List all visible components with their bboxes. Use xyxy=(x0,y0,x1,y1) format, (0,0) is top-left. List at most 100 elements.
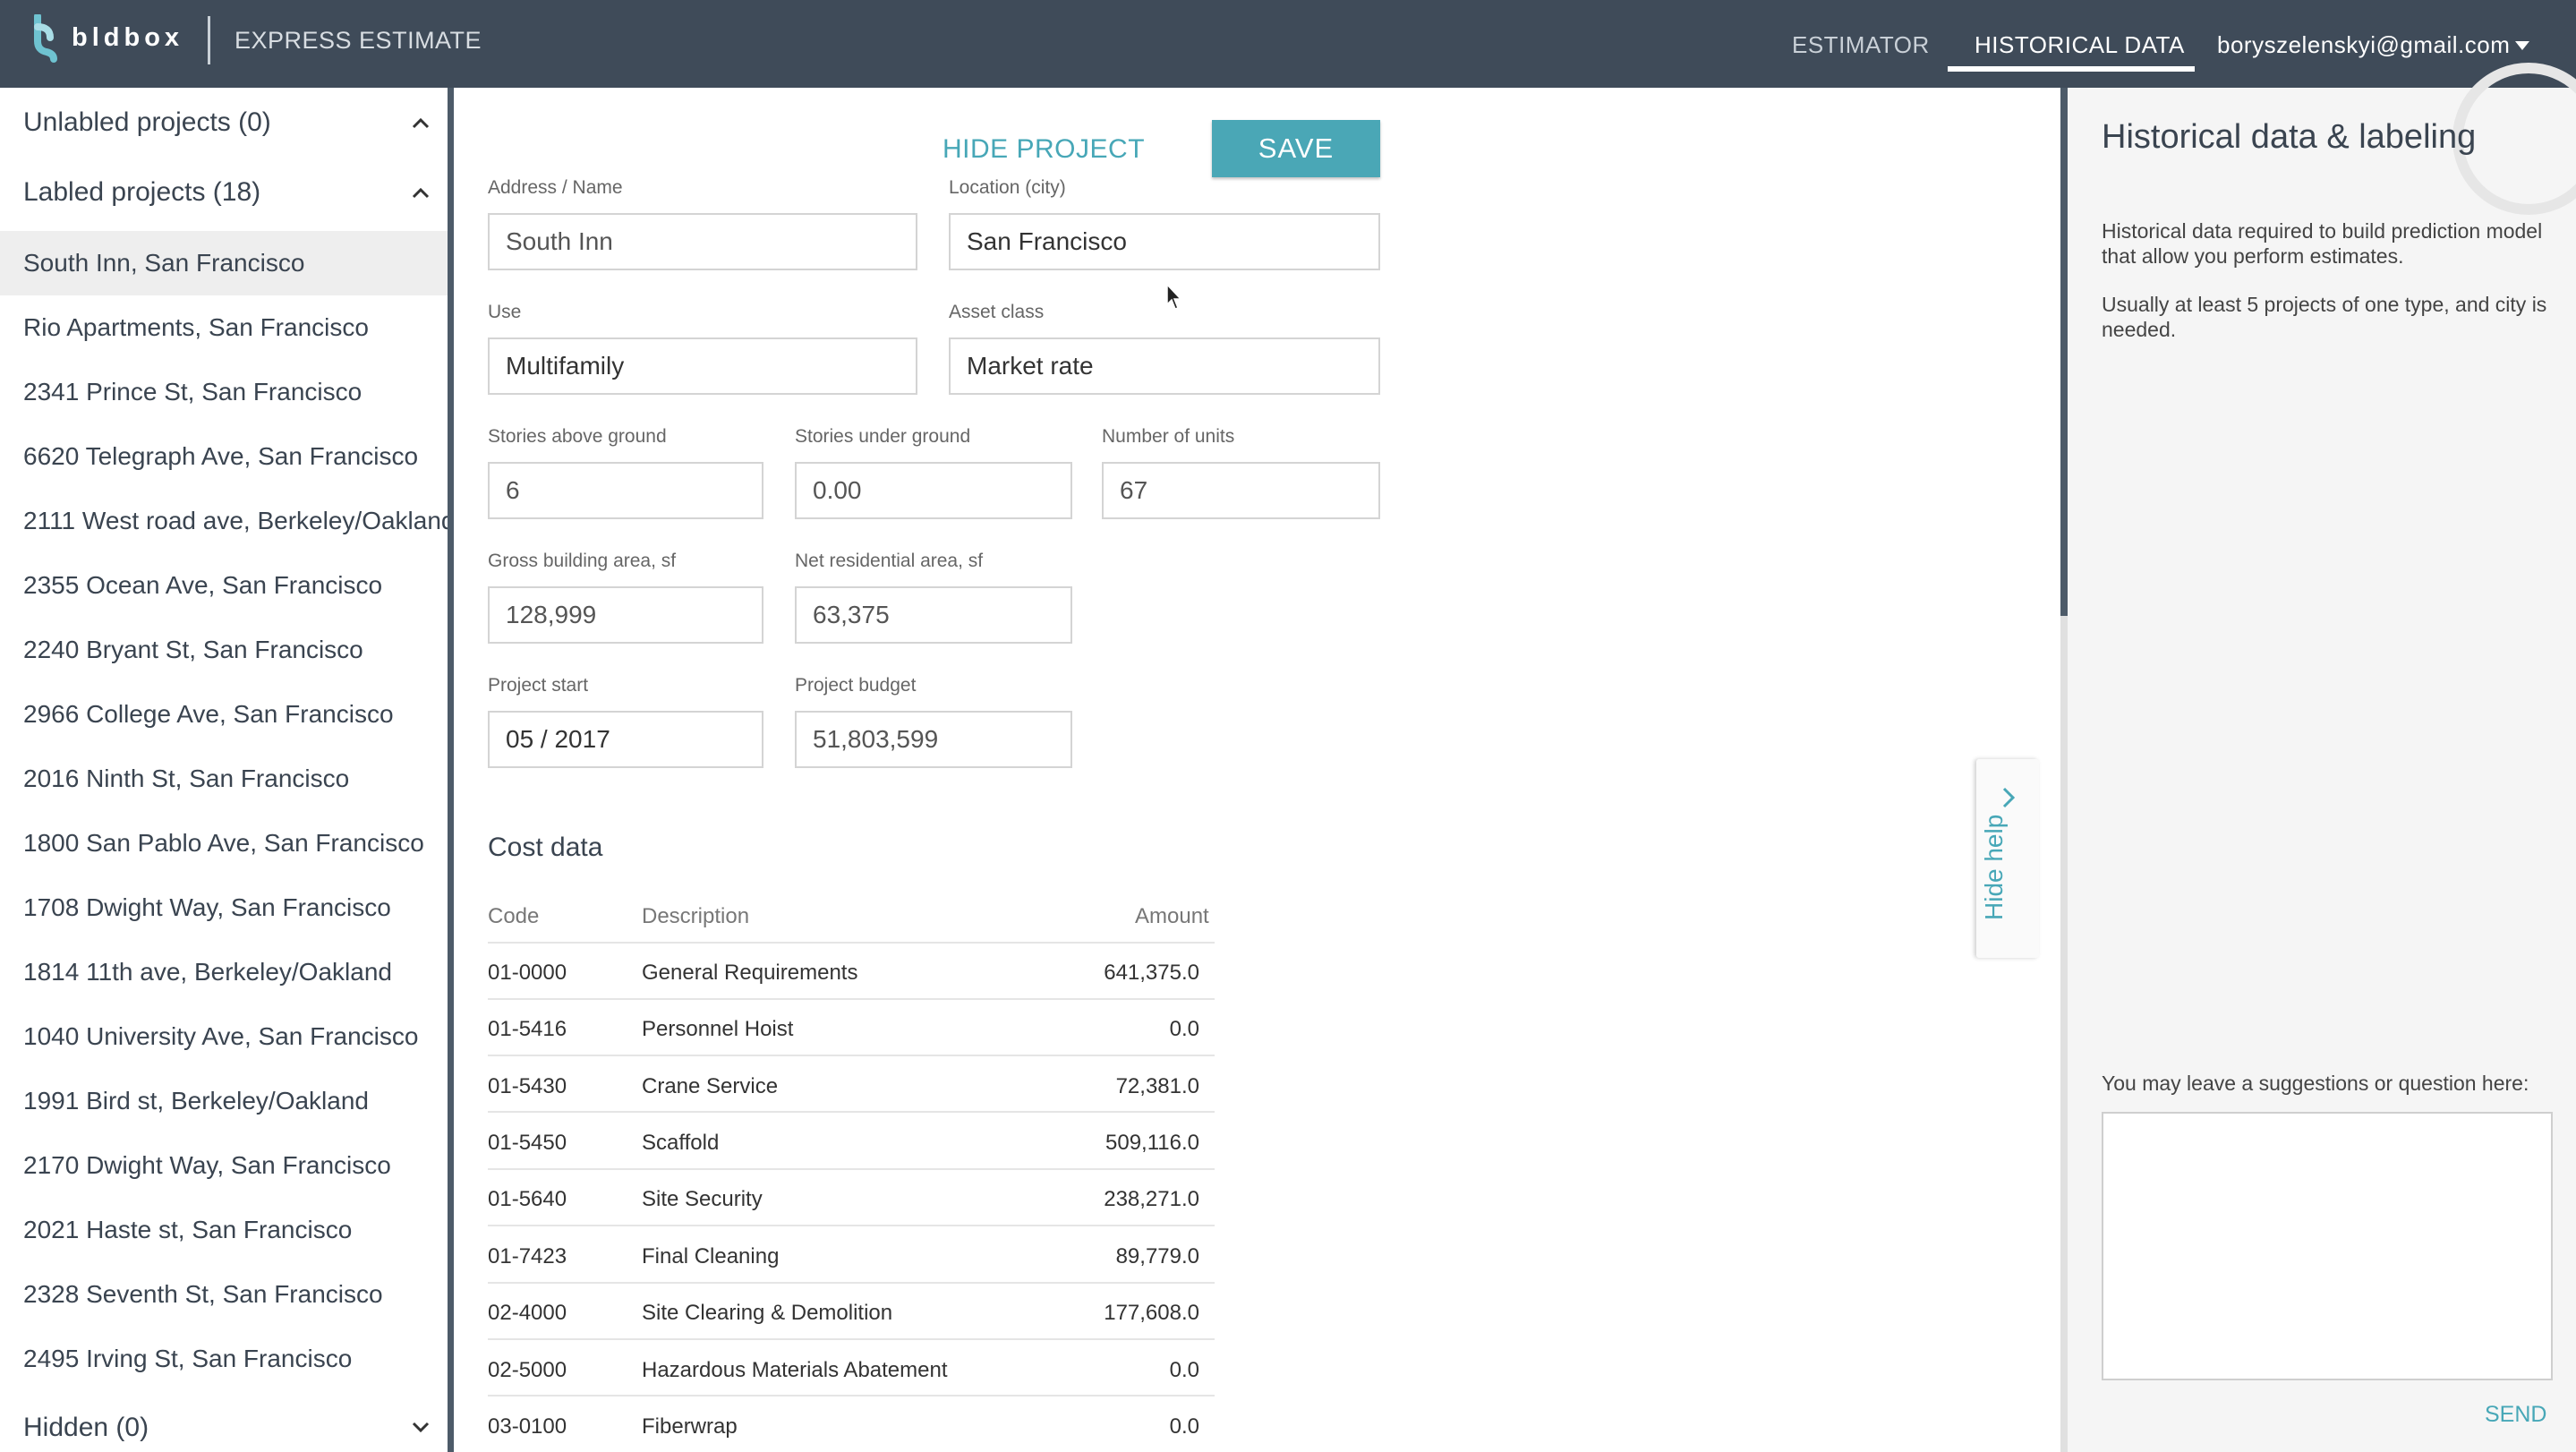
chevron-down-icon[interactable] xyxy=(412,1418,430,1436)
unlabeled-projects-header[interactable]: Unlabled projects (0) xyxy=(23,107,271,138)
project-item[interactable]: 2328 Seventh St, San Francisco xyxy=(0,1262,448,1327)
sidebar-scrollbar[interactable] xyxy=(448,88,454,1452)
top-bar: bldbox EXPRESS ESTIMATE ESTIMATOR HISTOR… xyxy=(0,0,2576,88)
gross-area-field[interactable]: 128,999 xyxy=(488,586,763,644)
cell-amount: 89,779.0 xyxy=(1115,1244,1199,1268)
project-item[interactable]: 2240 Bryant St, San Francisco xyxy=(0,618,448,682)
main-scrollbar-thumb[interactable] xyxy=(2060,88,2068,616)
stories-above-label: Stories above ground xyxy=(488,426,667,447)
use-field[interactable]: Multifamily xyxy=(488,337,917,395)
active-tab-indicator xyxy=(1948,66,2195,72)
cell-description: Fiberwrap xyxy=(642,1414,738,1439)
units-field[interactable]: 67 xyxy=(1102,462,1380,519)
table-divider xyxy=(488,1111,1215,1113)
send-button[interactable]: SEND xyxy=(2485,1402,2546,1428)
cell-code: 01-7423 xyxy=(488,1244,567,1268)
project-item[interactable]: South Inn, San Francisco xyxy=(0,231,448,295)
labeled-projects-header[interactable]: Labled projects (18) xyxy=(23,177,260,208)
project-item[interactable]: 1708 Dwight Way, San Francisco xyxy=(0,875,448,940)
cell-code: 01-5416 xyxy=(488,1017,567,1041)
project-budget-field[interactable]: 51,803,599 xyxy=(795,711,1072,768)
cell-description: Final Cleaning xyxy=(642,1244,780,1268)
table-divider xyxy=(488,1168,1215,1170)
table-divider xyxy=(488,942,1215,944)
project-item[interactable]: 6620 Telegraph Ave, San Francisco xyxy=(0,424,448,489)
table-divider xyxy=(488,1225,1215,1226)
hide-project-button[interactable]: HIDE PROJECT xyxy=(943,134,1145,165)
cell-amount: 0.0 xyxy=(1169,1017,1199,1041)
table-divider xyxy=(488,998,1215,1000)
table-divider xyxy=(488,1395,1215,1396)
cell-description: Site Clearing & Demolition xyxy=(642,1301,893,1325)
project-item[interactable]: 2341 Prince St, San Francisco xyxy=(0,360,448,424)
cell-amount: 72,381.0 xyxy=(1115,1074,1199,1098)
project-item[interactable]: Rio Apartments, San Francisco xyxy=(0,295,448,360)
cell-amount: 0.0 xyxy=(1169,1358,1199,1382)
project-start-label: Project start xyxy=(488,675,589,696)
project-item[interactable]: 2355 Ocean Ave, San Francisco xyxy=(0,553,448,618)
cell-code: 01-5430 xyxy=(488,1074,567,1098)
project-item[interactable]: 2966 College Ave, San Francisco xyxy=(0,682,448,747)
cell-description: General Requirements xyxy=(642,961,858,985)
cell-description: Personnel Hoist xyxy=(642,1017,794,1041)
cell-amount: 177,608.0 xyxy=(1104,1301,1199,1325)
table-divider xyxy=(488,1282,1215,1284)
table-divider xyxy=(488,1055,1215,1056)
location-label: Location (city) xyxy=(949,177,1066,198)
nav-tab-historical-data[interactable]: HISTORICAL DATA xyxy=(1975,31,2185,59)
cell-code: 03-0100 xyxy=(488,1414,567,1439)
cell-amount: 509,116.0 xyxy=(1105,1131,1199,1155)
project-item[interactable]: 2111 West road ave, Berkeley/Oakland xyxy=(0,489,448,553)
asset-class-label: Asset class xyxy=(949,302,1045,322)
asset-class-field[interactable]: Market rate xyxy=(949,337,1380,395)
chevron-down-icon[interactable] xyxy=(2515,41,2529,50)
hide-help-label[interactable]: Hide help xyxy=(1980,815,2009,920)
chevron-up-icon[interactable] xyxy=(412,115,430,132)
project-item[interactable]: 1814 11th ave, Berkeley/Oakland xyxy=(0,940,448,1004)
cell-code: 01-5450 xyxy=(488,1131,567,1155)
mouse-cursor-icon xyxy=(1166,283,1182,310)
cost-data-title: Cost data xyxy=(488,833,603,862)
gross-area-label: Gross building area, sf xyxy=(488,551,677,571)
user-menu[interactable]: boryszelenskyi@gmail.com xyxy=(2217,31,2510,59)
project-start-field[interactable]: 05 / 2017 xyxy=(488,711,763,768)
app-name: EXPRESS ESTIMATE xyxy=(235,27,482,54)
logo-text: bldbox xyxy=(72,23,184,52)
hidden-projects-header[interactable]: Hidden (0) xyxy=(23,1413,149,1443)
project-item[interactable]: 2495 Irving St, San Francisco xyxy=(0,1327,448,1391)
nav-tab-estimator[interactable]: ESTIMATOR xyxy=(1792,31,1930,59)
project-item[interactable]: 2170 Dwight Way, San Francisco xyxy=(0,1133,448,1198)
column-header-amount: Amount xyxy=(1135,904,1209,928)
suggestion-textarea[interactable] xyxy=(2102,1112,2553,1380)
project-item[interactable]: 1800 San Pablo Ave, San Francisco xyxy=(0,811,448,875)
column-header-code: Code xyxy=(488,904,540,928)
project-item[interactable]: 2021 Haste st, San Francisco xyxy=(0,1198,448,1262)
bldbox-logo-icon xyxy=(34,14,57,63)
table-divider xyxy=(488,1338,1215,1340)
cell-code: 02-4000 xyxy=(488,1301,567,1325)
cell-amount: 0.0 xyxy=(1169,1414,1199,1439)
project-budget-label: Project budget xyxy=(795,675,917,696)
logo-divider xyxy=(208,16,210,64)
chevron-right-icon[interactable] xyxy=(2001,786,2016,809)
project-item[interactable]: 1991 Bird st, Berkeley/Oakland xyxy=(0,1069,448,1133)
location-field[interactable]: San Francisco xyxy=(949,213,1380,270)
use-label: Use xyxy=(488,302,522,322)
units-label: Number of units xyxy=(1102,426,1235,447)
save-button[interactable]: SAVE xyxy=(1212,120,1380,177)
stories-above-field[interactable]: 6 xyxy=(488,462,763,519)
main-scroll-track[interactable] xyxy=(2060,616,2068,1452)
cell-description: Site Security xyxy=(642,1187,763,1211)
project-item[interactable]: 2016 Ninth St, San Francisco xyxy=(0,747,448,811)
stories-under-label: Stories under ground xyxy=(795,426,971,447)
project-item[interactable]: 1040 University Ave, San Francisco xyxy=(0,1004,448,1069)
cell-code: 01-5640 xyxy=(488,1187,567,1211)
stories-under-field[interactable]: 0.00 xyxy=(795,462,1072,519)
net-area-field[interactable]: 63,375 xyxy=(795,586,1072,644)
cell-description: Scaffold xyxy=(642,1131,720,1155)
address-field[interactable]: South Inn xyxy=(488,213,917,270)
chevron-up-icon[interactable] xyxy=(412,184,430,202)
cell-code: 02-5000 xyxy=(488,1358,567,1382)
cell-description: Hazardous Materials Abatement xyxy=(642,1358,948,1382)
help-paragraph: Usually at least 5 projects of one type,… xyxy=(2102,293,2547,341)
